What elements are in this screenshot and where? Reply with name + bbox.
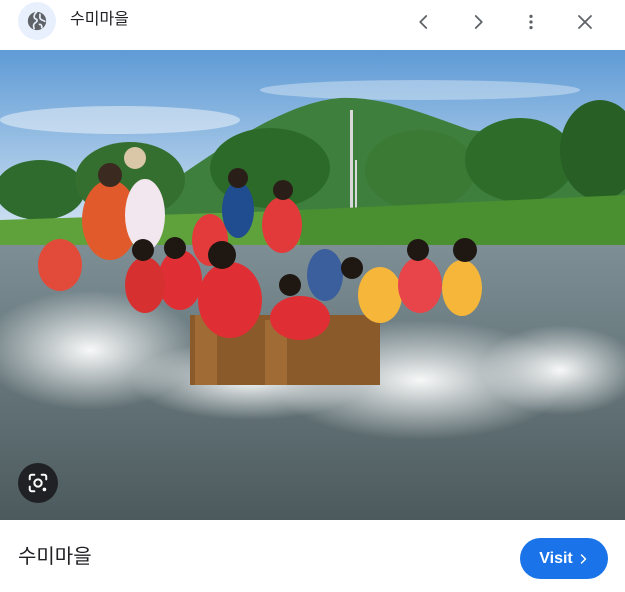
next-button[interactable] [463, 7, 493, 37]
image-title: 수미마을 [18, 546, 92, 568]
more-options-button[interactable] [516, 7, 546, 37]
chevron-left-icon [419, 15, 428, 29]
close-button[interactable] [570, 7, 600, 37]
more-vert-icon [529, 14, 533, 30]
main-image[interactable] [0, 50, 625, 520]
site-name[interactable]: 수미마을 [70, 10, 129, 30]
camera-lens-icon [28, 473, 48, 493]
rafting-photo [0, 50, 625, 520]
close-icon [578, 15, 592, 29]
top-bar: 수미마을 [0, 0, 625, 50]
visit-button[interactable]: Visit [520, 538, 608, 579]
globe-icon[interactable] [18, 2, 56, 40]
previous-button[interactable] [409, 7, 439, 37]
chevron-right-icon [474, 15, 483, 29]
chevron-right-icon [580, 553, 586, 564]
search-image-button[interactable] [18, 463, 58, 503]
visit-label: Visit [539, 549, 573, 567]
